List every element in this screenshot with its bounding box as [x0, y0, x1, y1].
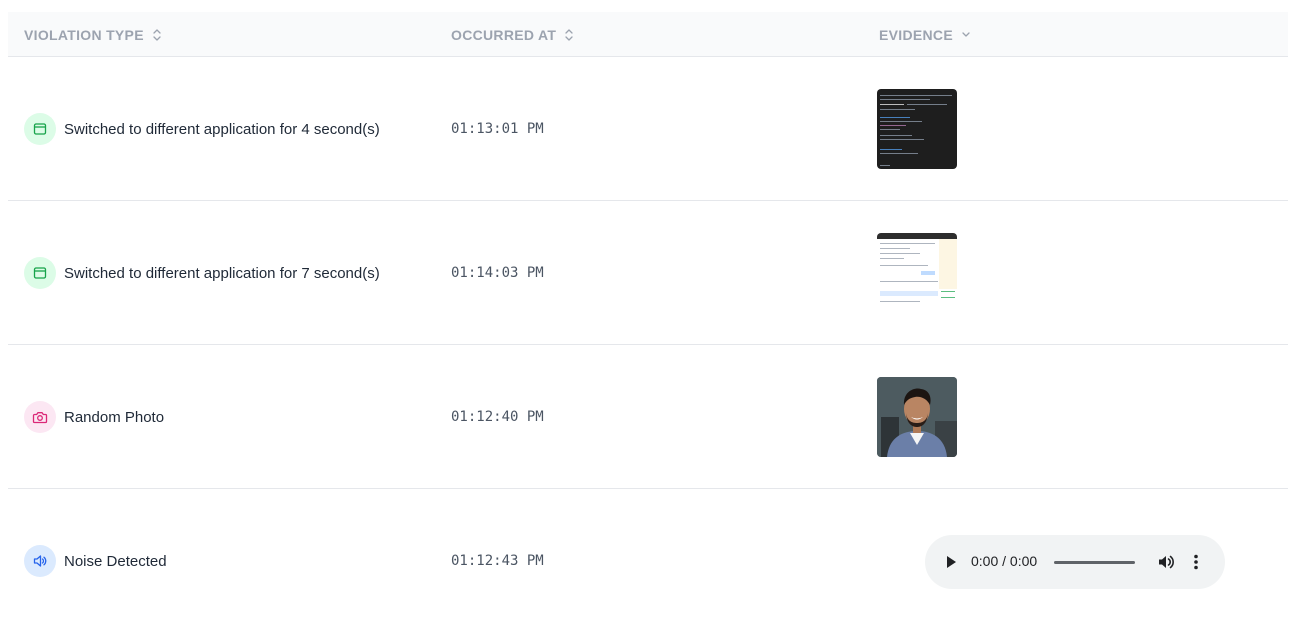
audio-progress-slider[interactable] [1054, 561, 1135, 564]
occurred-at-cell: 01:12:40 PM [451, 409, 544, 425]
photo-person [877, 377, 957, 457]
column-header-occurred-at[interactable]: OCCURRED AT [451, 12, 574, 57]
occurred-at-cell: 01:14:03 PM [451, 265, 544, 281]
sort-icon[interactable] [564, 28, 574, 42]
more-options-icon[interactable] [1193, 553, 1199, 576]
audio-time-display: 0:00 / 0:00 [971, 553, 1038, 569]
occurred-at-cell: 01:13:01 PM [451, 121, 544, 137]
table-row: Switched to different application for 4 … [8, 57, 1288, 201]
violation-type-label: Switched to different application for 4 … [64, 120, 380, 138]
chevron-down-icon[interactable] [961, 28, 971, 42]
screenshot-document [877, 233, 957, 313]
violation-type-label: Switched to different application for 7 … [64, 264, 380, 282]
play-icon[interactable] [945, 554, 957, 575]
camera-icon [24, 401, 56, 433]
speaker-icon [24, 545, 56, 577]
evidence-thumbnail[interactable] [877, 233, 957, 313]
violation-type-cell: Noise Detected [24, 489, 167, 633]
violations-table: VIOLATION TYPE OCCURRED AT EVIDENCE Swit… [8, 12, 1288, 633]
violation-type-cell: Switched to different application for 7 … [24, 201, 380, 345]
column-header-evidence[interactable]: EVIDENCE [879, 12, 971, 57]
screenshot-code-editor [877, 89, 957, 169]
column-header-label: OCCURRED AT [451, 26, 557, 43]
table-row: Noise Detected 01:12:43 PM 0:00 / 0:00 [8, 489, 1288, 633]
violation-type-label: Random Photo [64, 408, 165, 426]
table-row: Random Photo 01:12:40 PM [8, 345, 1288, 489]
column-header-label: EVIDENCE [879, 26, 953, 43]
violation-type-cell: Random Photo [24, 345, 164, 489]
app-window-icon [24, 113, 56, 145]
occurred-at-cell: 01:12:43 PM [451, 553, 544, 569]
column-header-label: VIOLATION TYPE [24, 26, 144, 43]
app-window-icon [24, 257, 56, 289]
sort-icon[interactable] [152, 28, 162, 42]
table-header: VIOLATION TYPE OCCURRED AT EVIDENCE [8, 12, 1288, 57]
audio-player[interactable]: 0:00 / 0:00 [925, 535, 1225, 589]
volume-icon[interactable] [1157, 553, 1175, 576]
violation-type-cell: Switched to different application for 4 … [24, 57, 380, 201]
column-header-violation-type[interactable]: VIOLATION TYPE [24, 12, 162, 57]
evidence-thumbnail[interactable] [877, 89, 957, 169]
table-row: Switched to different application for 7 … [8, 201, 1288, 345]
evidence-thumbnail[interactable] [877, 377, 957, 457]
violation-type-label: Noise Detected [64, 552, 167, 570]
